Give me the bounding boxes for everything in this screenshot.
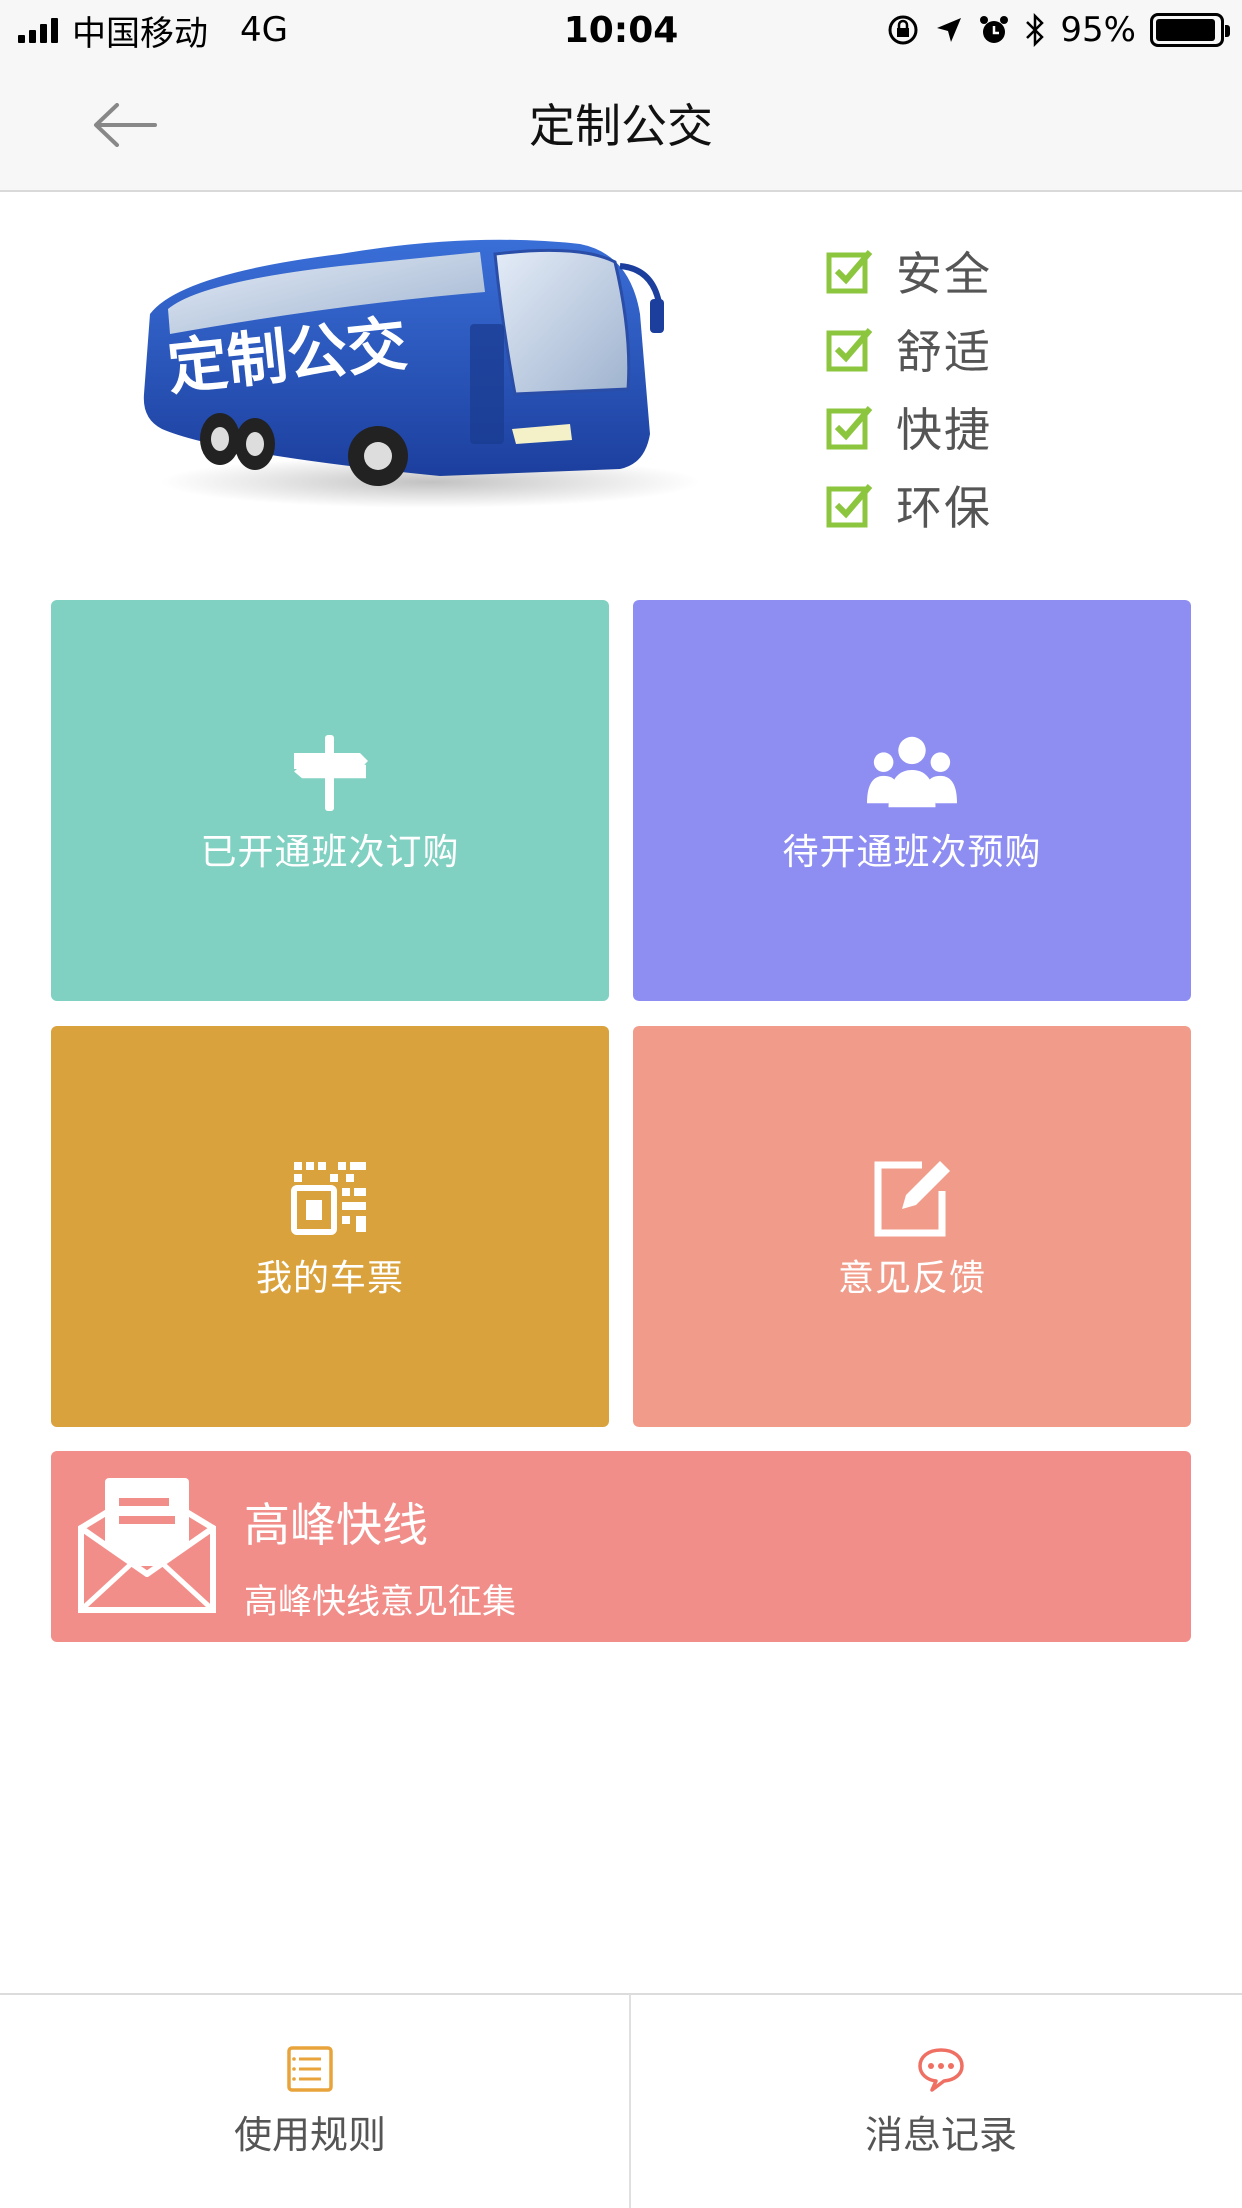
bluetooth-icon — [1026, 13, 1045, 47]
feature-label: 舒适 — [896, 325, 992, 379]
feature-item: 安全 — [826, 232, 992, 310]
chat-bubble-icon — [918, 2048, 964, 2092]
bus-illustration: 定制公交 — [143, 239, 700, 508]
tile-label: 待开通班次预购 — [782, 831, 1042, 873]
feature-item: 舒适 — [826, 310, 992, 388]
tile-label: 我的车票 — [255, 1257, 404, 1299]
tile-feedback[interactable]: 意见反馈 — [633, 1026, 1191, 1427]
card-title: 高峰快线 — [244, 1498, 428, 1552]
tab-message-history[interactable]: 消息记录 — [631, 1995, 1242, 2208]
tile-pending-routes[interactable]: 待开通班次预购 — [633, 600, 1191, 1001]
signal-icon — [18, 17, 58, 43]
signpost-icon — [294, 734, 368, 811]
tile-my-tickets[interactable]: 我的车票 — [51, 1026, 609, 1427]
feature-label: 快捷 — [896, 403, 992, 457]
battery-fill — [1156, 19, 1215, 41]
screen: 中国移动 4G 10:04 95% 定制公交 定制公交 安全 舒适 快捷 环保 … — [0, 0, 1242, 2208]
location-icon — [937, 18, 962, 42]
nav-bar: 定制公交 — [0, 60, 1242, 192]
feature-label: 安全 — [896, 247, 992, 301]
bottom-tab-bar: 使用规则 消息记录 — [0, 1993, 1242, 2208]
feature-item: 快捷 — [826, 388, 992, 466]
back-button[interactable] — [80, 90, 170, 160]
qr-code-icon — [291, 1161, 366, 1235]
alarm-icon — [980, 16, 1009, 43]
group-icon — [867, 736, 957, 807]
tab-label: 消息记录 — [864, 2113, 1017, 2157]
feature-list: 安全 舒适 快捷 环保 — [826, 232, 992, 544]
tab-usage-rules[interactable]: 使用规则 — [0, 1995, 620, 2208]
page-title: 定制公交 — [529, 99, 713, 153]
battery-percent: 95% — [1060, 10, 1136, 50]
rotation-lock-icon — [888, 15, 918, 45]
checkbox-icon — [826, 250, 873, 294]
edit-icon — [874, 1160, 950, 1236]
feature-label: 环保 — [896, 481, 992, 535]
back-arrow-icon — [94, 103, 157, 147]
envelope-icon — [78, 1478, 216, 1613]
banner: 定制公交 安全 舒适 快捷 环保 — [0, 192, 1242, 572]
tile-label: 已开通班次订购 — [200, 831, 460, 873]
checkbox-icon — [826, 484, 873, 528]
checkbox-icon — [826, 406, 873, 450]
network-label: 4G — [240, 10, 288, 50]
checkbox-icon — [826, 328, 873, 372]
document-icon — [287, 2046, 333, 2092]
status-left: 中国移动 4G — [18, 6, 288, 55]
tab-label: 使用规则 — [233, 2113, 386, 2157]
feature-item: 环保 — [826, 466, 992, 544]
peak-express-card[interactable]: 高峰快线 高峰快线意见征集 — [51, 1451, 1191, 1642]
tile-label: 意见反馈 — [837, 1257, 986, 1299]
status-bar: 中国移动 4G 10:04 95% — [0, 0, 1242, 60]
carrier-label: 中国移动 — [72, 13, 208, 54]
battery-icon — [1150, 13, 1230, 47]
tile-open-routes[interactable]: 已开通班次订购 — [51, 600, 609, 1001]
status-right: 95% — [886, 10, 1230, 50]
card-subtitle: 高峰快线意见征集 — [244, 1582, 516, 1622]
